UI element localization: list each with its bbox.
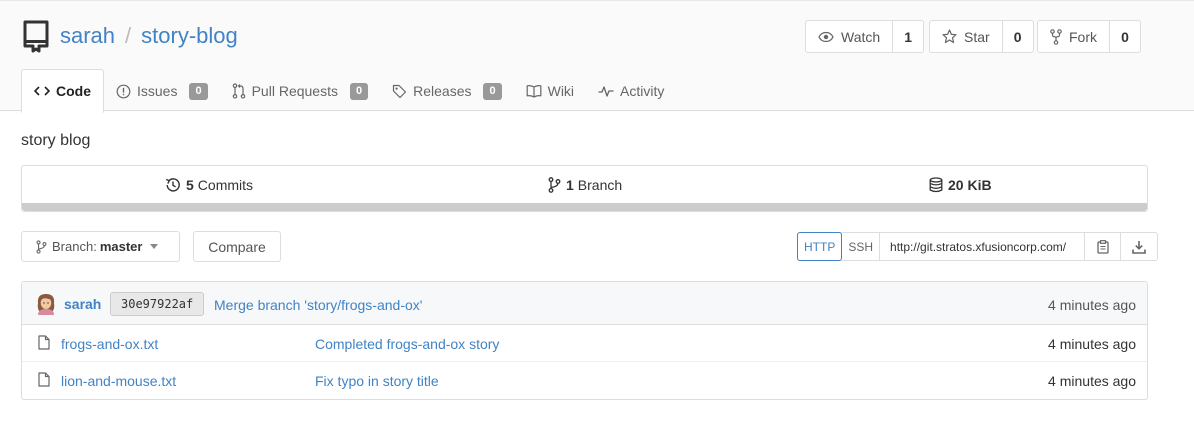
releases-count-badge: 0 (483, 82, 502, 100)
tab-activity[interactable]: Activity (586, 69, 676, 113)
book-icon (526, 85, 542, 98)
file-name-link[interactable]: lion-and-mouse.txt (61, 373, 176, 389)
file-name-link[interactable]: frogs-and-ox.txt (61, 336, 158, 352)
download-button[interactable] (1121, 233, 1157, 260)
star-button[interactable]: Star (930, 21, 1003, 52)
tab-releases-label: Releases (413, 83, 472, 99)
tab-pull-requests-label: Pull Requests (251, 83, 338, 99)
download-icon (1132, 240, 1146, 254)
http-button[interactable]: HTTP (797, 232, 843, 261)
fork-icon (1050, 28, 1062, 45)
branches-count: 1 (566, 177, 574, 193)
file-commit-message-link[interactable]: Fix typo in story title (315, 373, 439, 389)
repo-name-link[interactable]: story-blog (141, 23, 238, 49)
tab-code-label: Code (56, 83, 91, 99)
commits-label: Commits (197, 177, 254, 193)
repo-separator: / (125, 23, 132, 48)
tab-releases[interactable]: Releases 0 (380, 69, 514, 113)
file-row: frogs-and-ox.txt Completed frogs-and-ox … (22, 325, 1147, 362)
commit-sha-button[interactable]: 30e97922af (110, 292, 205, 316)
tab-pull-requests[interactable]: Pull Requests 0 (220, 69, 381, 113)
copy-url-button[interactable] (1085, 233, 1122, 260)
compare-button[interactable]: Compare (193, 231, 281, 262)
eye-icon (818, 31, 834, 42)
size-stat: 20 KiB (929, 177, 996, 193)
tag-icon (393, 84, 407, 98)
clipboard-icon (1096, 239, 1109, 254)
clone-url-field[interactable]: http://git.stratos.xfusioncorp.com/ (880, 233, 1086, 260)
issue-icon (116, 84, 131, 98)
repo-size: 20 KiB (948, 177, 992, 193)
pulse-icon (598, 86, 614, 97)
pull-requests-count-badge: 0 (349, 82, 369, 100)
watch-group: Watch 1 (805, 20, 925, 53)
commits-stat[interactable]: 5 Commits (165, 177, 253, 193)
star-count[interactable]: 0 (1003, 21, 1033, 52)
pull-request-icon (232, 83, 245, 99)
fork-count[interactable]: 0 (1110, 21, 1140, 52)
fork-group: Fork 0 (1037, 20, 1141, 53)
file-commit-message-link[interactable]: Completed frogs-and-ox story (315, 336, 499, 352)
watch-count[interactable]: 1 (893, 21, 923, 52)
commit-author-link[interactable]: sarah (64, 296, 101, 312)
latest-commit-row: sarah 30e97922af Merge branch 'story/fro… (22, 282, 1147, 325)
star-icon (942, 29, 957, 44)
file-commit-time: 4 minutes ago (1048, 336, 1136, 352)
repo-owner-link[interactable]: sarah (60, 23, 115, 49)
commit-message-link[interactable]: Merge branch 'story/frogs-and-ox' (214, 297, 422, 313)
fork-label: Fork (1069, 28, 1097, 45)
code-icon (34, 86, 50, 96)
tab-wiki[interactable]: Wiki (514, 69, 586, 113)
database-icon (929, 177, 943, 193)
repo-header: sarah / story-blog Watch 1 Star 0 Fork 0… (0, 0, 1194, 113)
tab-wiki-label: Wiki (547, 83, 575, 99)
watch-label: Watch (841, 28, 881, 45)
file-list: sarah 30e97922af Merge branch 'story/fro… (21, 281, 1148, 400)
watch-button[interactable]: Watch (806, 21, 894, 52)
avatar (37, 294, 55, 315)
branch-icon (36, 239, 47, 254)
issues-count-badge: 0 (189, 82, 208, 100)
star-group: Star 0 (929, 20, 1034, 53)
ssh-button[interactable]: SSH (842, 233, 881, 260)
history-icon (165, 178, 180, 192)
repo-tabs: Code Issues 0 Pull Requests 0 Releases 0… (21, 69, 676, 113)
repo-title: sarah / story-blog (22, 19, 238, 53)
caret-down-icon (150, 244, 159, 249)
fork-button[interactable]: Fork (1038, 21, 1110, 52)
branches-label: Branch (577, 177, 623, 193)
tab-issues[interactable]: Issues 0 (104, 69, 220, 113)
repo-icon (23, 20, 49, 53)
file-icon (38, 335, 50, 350)
branch-selector[interactable]: Branch: master (21, 231, 180, 262)
branch-prefix: Branch: (52, 239, 97, 254)
file-row: lion-and-mouse.txt Fix typo in story tit… (22, 362, 1147, 399)
tab-code[interactable]: Code (21, 69, 104, 113)
tab-issues-label: Issues (137, 83, 178, 99)
clone-panel: HTTP SSH http://git.stratos.xfusioncorp.… (797, 232, 1159, 261)
file-icon (38, 372, 50, 387)
branches-stat[interactable]: 1 Branch (548, 177, 622, 193)
branch-icon (548, 177, 561, 193)
tab-activity-label: Activity (620, 83, 665, 99)
repo-description: story blog (21, 132, 91, 149)
file-commit-time: 4 minutes ago (1048, 373, 1136, 389)
commits-count: 5 (186, 177, 194, 193)
star-label: Star (964, 28, 990, 45)
branch-name: master (99, 239, 143, 254)
commit-time: 4 minutes ago (1048, 297, 1136, 313)
stats-divider-bar (22, 203, 1147, 211)
